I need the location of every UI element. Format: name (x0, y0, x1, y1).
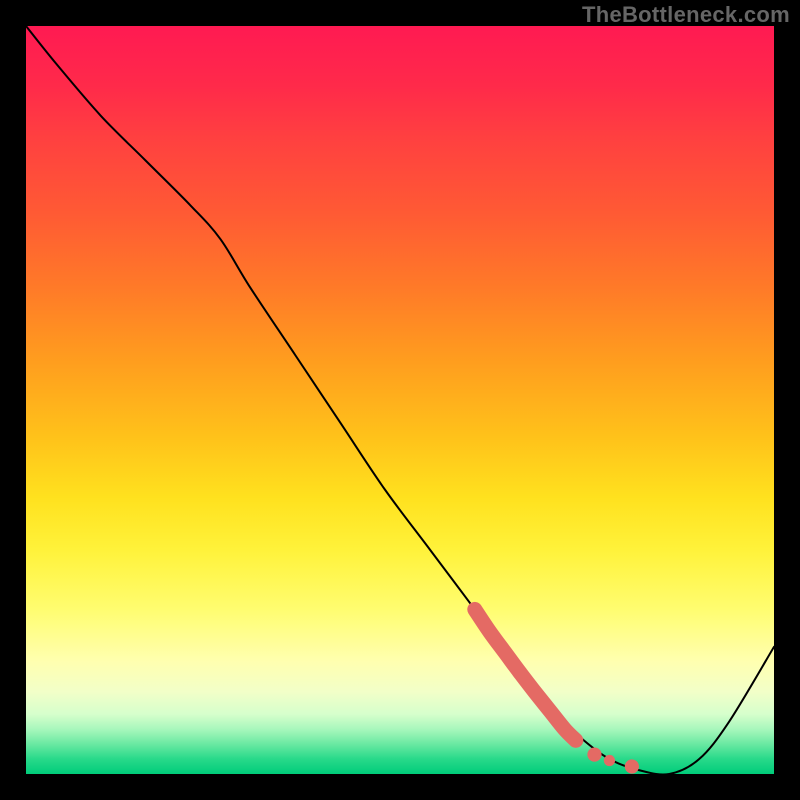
chart-frame: TheBottleneck.com (0, 0, 800, 800)
highlight-stroke (475, 609, 576, 740)
highlight-dot (625, 759, 639, 773)
curve-layer (26, 26, 774, 774)
highlight-dot (604, 755, 615, 766)
watermark-text: TheBottleneck.com (582, 2, 790, 28)
highlight-dot (587, 747, 601, 761)
highlight-segment (475, 609, 639, 773)
bottleneck-curve (26, 26, 774, 774)
plot-area (26, 26, 774, 774)
